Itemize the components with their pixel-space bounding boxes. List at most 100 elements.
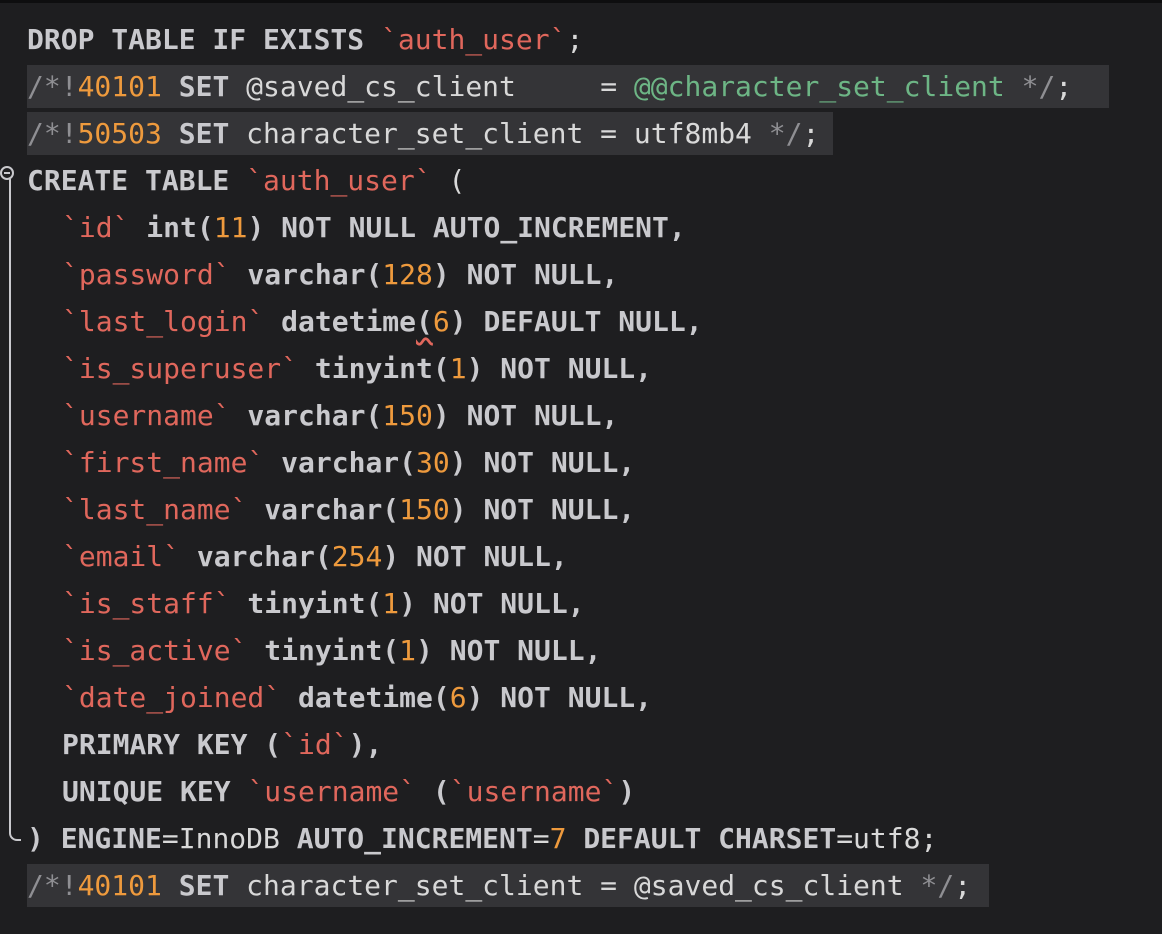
token-keyword: PRIMARY KEY (	[62, 728, 282, 761]
token-number: 40101	[77, 869, 162, 902]
token-punct: ;	[566, 23, 584, 56]
token-operator: =	[532, 822, 550, 855]
token-keyword: UNIQUE KEY	[62, 775, 248, 808]
token-keyword: int(	[129, 211, 214, 244]
token-variable: @saved_cs_client	[246, 70, 516, 103]
code-line-8[interactable]: `is_superuser` tinyint(1) NOT NULL,	[0, 345, 1162, 392]
token-comment: /*!	[27, 70, 78, 103]
token-punct: )	[27, 822, 61, 855]
token-number: 7	[549, 822, 567, 855]
code-line-3[interactable]: /*!50503 SET character_set_client = utf8…	[0, 110, 1162, 157]
token-value: utf8mb4	[633, 117, 752, 150]
token-keyword: ) NOT NULL AUTO_INCREMENT,	[247, 211, 686, 244]
token-keyword: ) NOT NULL,	[449, 493, 636, 526]
code-line-5[interactable]: `id` int(11) NOT NULL AUTO_INCREMENT,	[0, 204, 1162, 251]
token-value: =utf8;	[836, 822, 938, 855]
code-line-18[interactable]: ) ENGINE=InnoDB AUTO_INCREMENT=7 DEFAULT…	[0, 815, 1162, 862]
token-keyword: ) NOT NULL,	[432, 399, 619, 432]
token-punct: ;	[802, 117, 820, 150]
token-keyword: varchar(	[180, 540, 332, 573]
code-line-15[interactable]: `date_joined` datetime(6) NOT NULL,	[0, 674, 1162, 721]
token-keyword: AUTO_INCREMENT	[296, 822, 533, 855]
token-punct: (	[416, 775, 450, 808]
token-keyword: SET	[161, 70, 247, 103]
token-keyword: varchar(	[264, 446, 417, 479]
token-keyword: tinyint(	[230, 587, 383, 620]
token-number: 1	[449, 352, 467, 385]
token-variable: character_set_client	[246, 869, 584, 902]
token-keyword: CREATE TABLE	[27, 164, 247, 197]
token-punct: ;	[1055, 70, 1073, 103]
token-number: 150	[382, 399, 433, 432]
token-punct: ;	[954, 869, 972, 902]
token-keyword: tinyint(	[247, 634, 400, 667]
token-number: 40101	[77, 70, 162, 103]
code-line-9[interactable]: `username` varchar(150) NOT NULL,	[0, 392, 1162, 439]
token-comment: */	[903, 869, 955, 902]
token-number: 6	[432, 305, 450, 338]
token-punct: ),	[348, 728, 383, 761]
token-operator: =	[583, 869, 634, 902]
code-line-10[interactable]: `first_name` varchar(30) NOT NULL,	[0, 439, 1162, 486]
token-number: 254	[331, 540, 383, 573]
token-identifier: `last_login`	[62, 305, 265, 338]
code-line-1[interactable]: DROP TABLE IF EXISTS `auth_user`;	[0, 16, 1162, 63]
token-keyword: datetime(	[281, 681, 450, 714]
token-number: 30	[416, 446, 450, 479]
token-identifier: `auth_user`	[246, 164, 432, 197]
token-number: 11	[213, 211, 248, 244]
token-keyword: datetime	[264, 305, 417, 338]
code-line-16[interactable]: PRIMARY KEY (`id`),	[0, 721, 1162, 768]
code-line-6[interactable]: `password` varchar(128) NOT NULL,	[0, 251, 1162, 298]
code-line-14[interactable]: `is_active` tinyint(1) NOT NULL,	[0, 627, 1162, 674]
token-identifier: `username`	[62, 399, 231, 432]
token-keyword: ) NOT NULL,	[432, 258, 619, 291]
token-keyword: SET	[161, 117, 247, 150]
code-line-13[interactable]: `is_staff` tinyint(1) NOT NULL,	[0, 580, 1162, 627]
code-line-4[interactable]: CREATE TABLE `auth_user` (	[0, 157, 1162, 204]
token-comment: /*!	[27, 869, 78, 902]
token-punct: (	[431, 164, 466, 197]
token-keyword: ) NOT NULL,	[416, 634, 602, 667]
code-line-7[interactable]: `last_login` datetime(6) DEFAULT NULL,	[0, 298, 1162, 345]
token-number: 1	[382, 587, 400, 620]
token-identifier: `auth_user`	[381, 23, 567, 56]
token-identifier: `date_joined`	[62, 681, 282, 714]
token-number: 6	[449, 681, 467, 714]
token-keyword: varchar(	[247, 493, 400, 526]
code-line-2[interactable]: /*!40101 SET @saved_cs_client = @@charac…	[0, 63, 1162, 110]
token-identifier: `email`	[62, 540, 181, 573]
token-variable: @saved_cs_client	[633, 869, 904, 902]
token-value: =InnoDB	[161, 822, 297, 855]
token-comment: */	[1004, 70, 1056, 103]
token-identifier: `username`	[247, 775, 417, 808]
token-keyword: tinyint(	[298, 352, 450, 385]
token-keyword: ) NOT NULL,	[449, 446, 636, 479]
token-identifier: `first_name`	[62, 446, 265, 479]
token-keyword: DROP TABLE IF EXISTS	[27, 23, 382, 56]
token-keyword: ) NOT NULL,	[382, 540, 568, 573]
token-lint-warning[interactable]: (	[416, 305, 433, 338]
code-editor[interactable]: DROP TABLE IF EXISTS `auth_user`; /*!401…	[0, 0, 1162, 934]
code-line-19[interactable]: /*!40101 SET character_set_client = @sav…	[0, 862, 1162, 909]
token-identifier: `username`	[449, 775, 619, 808]
token-identifier: `password`	[62, 258, 231, 291]
token-number: 150	[399, 493, 450, 526]
code-line-12[interactable]: `email` varchar(254) NOT NULL,	[0, 533, 1162, 580]
token-identifier: `is_active`	[62, 634, 248, 667]
token-comment: */	[751, 117, 803, 150]
code-line-11[interactable]: `last_name` varchar(150) NOT NULL,	[0, 486, 1162, 533]
code-area[interactable]: DROP TABLE IF EXISTS `auth_user`; /*!401…	[0, 16, 1162, 909]
token-number: 50503	[77, 117, 162, 150]
code-line-17[interactable]: UNIQUE KEY `username` (`username`)	[0, 768, 1162, 815]
token-punct: )	[618, 775, 636, 808]
token-keyword: varchar(	[230, 399, 383, 432]
token-keyword: ) NOT NULL,	[466, 681, 653, 714]
token-operator: =	[600, 70, 634, 103]
token-identifier: `is_staff`	[62, 587, 231, 620]
token-identifier: `last_name`	[62, 493, 248, 526]
token-variable: character_set_client	[246, 117, 584, 150]
token-number: 128	[382, 258, 433, 291]
token-keyword: ) DEFAULT NULL,	[449, 305, 703, 338]
